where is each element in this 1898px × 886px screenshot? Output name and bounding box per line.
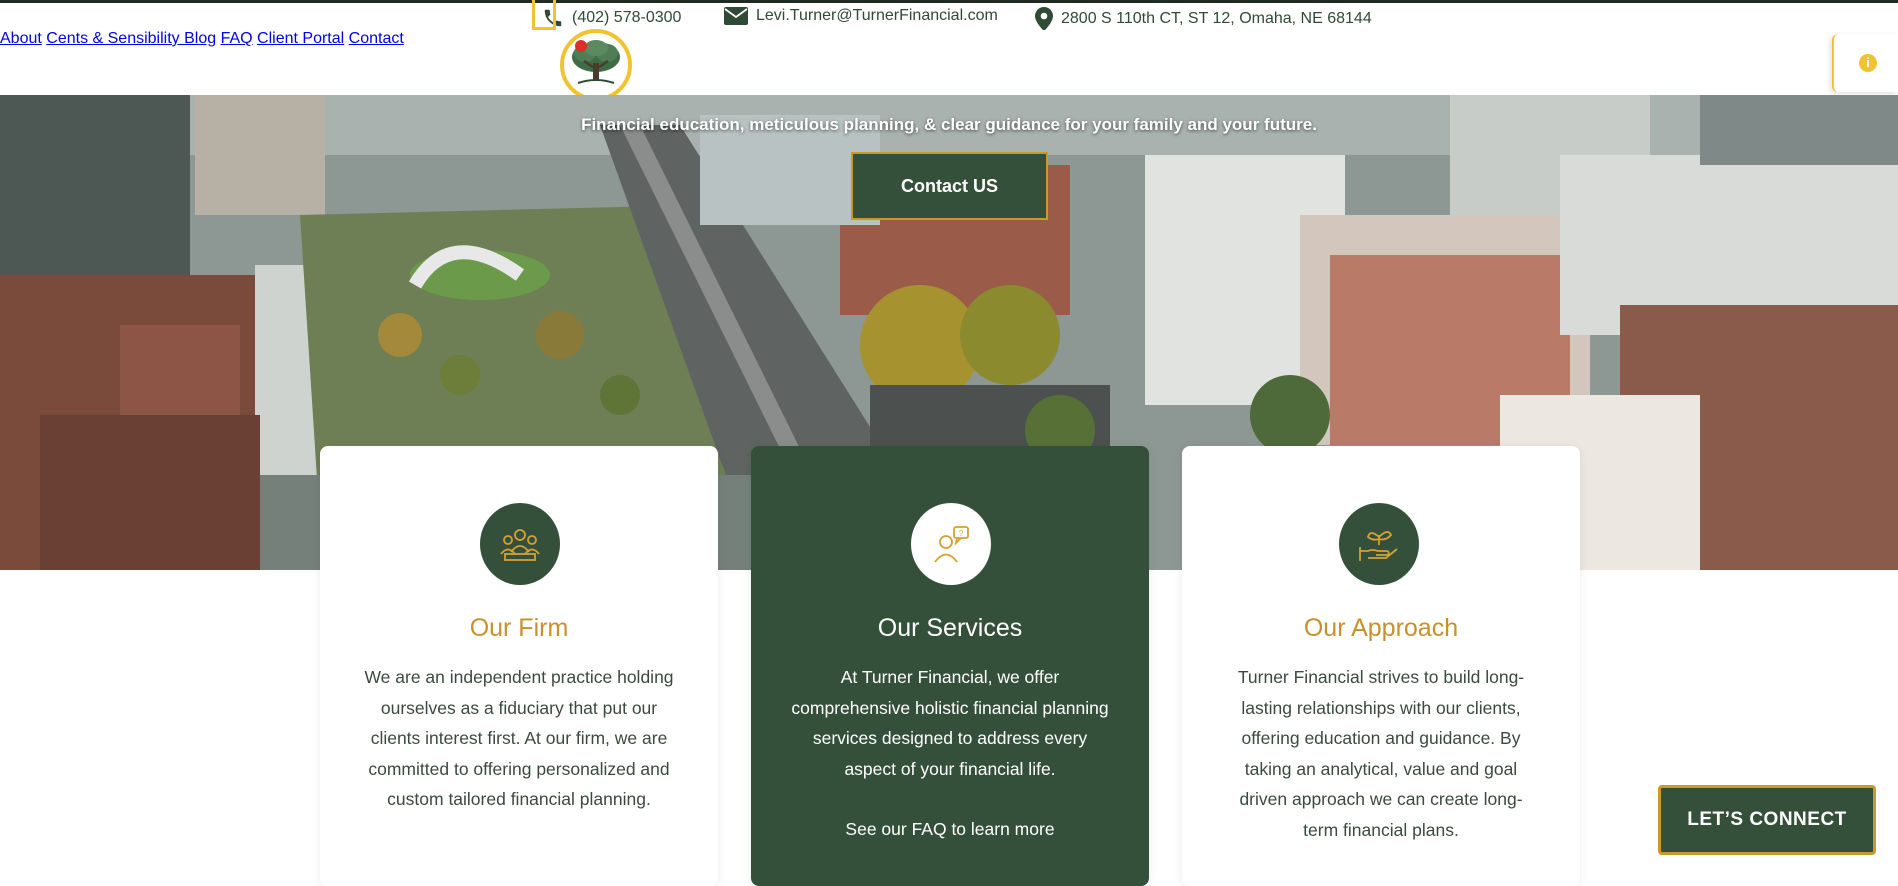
top-border bbox=[0, 0, 1898, 3]
phone-link[interactable]: (402) 578-0300 bbox=[542, 7, 681, 29]
card-title: Our Firm bbox=[469, 614, 569, 642]
svg-text:?: ? bbox=[959, 529, 964, 538]
card-body: We are an independent practice holding o… bbox=[360, 662, 678, 815]
hero-tagline: Financial education, meticulous planning… bbox=[581, 115, 1317, 134]
nav-blog[interactable]: Cents & Sensibility Blog bbox=[46, 30, 216, 47]
lets-connect-button[interactable]: LET’S CONNECT bbox=[1658, 785, 1876, 855]
card-our-services: ? Our Services At Turner Financial, we o… bbox=[751, 446, 1149, 886]
nav-contact[interactable]: Contact bbox=[349, 30, 404, 47]
faq-link[interactable]: See our FAQ to learn more bbox=[791, 814, 1109, 845]
accessibility-info-tab[interactable]: i bbox=[1832, 34, 1898, 92]
nav-client-portal[interactable]: Client Portal bbox=[257, 30, 344, 47]
email-link[interactable]: Levi.Turner@TurnerFinancial.com bbox=[724, 7, 998, 25]
turner-financial-logo[interactable] bbox=[560, 29, 632, 101]
card-body: At Turner Financial, we offer comprehens… bbox=[791, 662, 1109, 845]
contact-us-button[interactable]: Contact US bbox=[851, 152, 1048, 220]
map-pin-icon bbox=[1035, 7, 1053, 31]
nav-faq[interactable]: FAQ bbox=[221, 30, 253, 47]
card-text: Turner Financial strives to build long-l… bbox=[1237, 667, 1525, 840]
card-our-approach: Our Approach Turner Financial strives to… bbox=[1182, 446, 1580, 886]
contact-bar: (402) 578-0300 Levi.Turner@TurnerFinanci… bbox=[0, 4, 1898, 31]
logo-ribbon bbox=[532, 0, 556, 30]
info-icon: i bbox=[1859, 54, 1877, 72]
nav-about[interactable]: About bbox=[0, 30, 42, 47]
card-body: Turner Financial strives to build long-l… bbox=[1222, 662, 1540, 845]
site-header: About Cents & Sensibility Blog FAQ Clien… bbox=[0, 0, 1898, 101]
team-icon bbox=[480, 503, 560, 585]
card-text: At Turner Financial, we offer comprehens… bbox=[791, 667, 1109, 779]
card-our-firm: Our Firm We are an independent practice … bbox=[320, 446, 718, 886]
phone-number: (402) 578-0300 bbox=[572, 9, 682, 26]
hand-plant-icon bbox=[1339, 503, 1419, 585]
envelope-icon bbox=[724, 7, 748, 25]
card-title: Our Approach bbox=[1303, 614, 1459, 642]
main-nav: About Cents & Sensibility Blog FAQ Clien… bbox=[0, 30, 1898, 48]
email-address: Levi.Turner@TurnerFinancial.com bbox=[756, 7, 998, 24]
street-address: 2800 S 110th CT, ST 12, Omaha, NE 68144 bbox=[1061, 10, 1372, 27]
advisor-chat-icon: ? bbox=[911, 503, 991, 585]
tree-logo-icon bbox=[564, 33, 628, 97]
address-link[interactable]: 2800 S 110th CT, ST 12, Omaha, NE 68144 bbox=[1035, 7, 1372, 31]
card-title: Our Services bbox=[877, 614, 1023, 642]
card-text: We are an independent practice holding o… bbox=[364, 667, 674, 809]
